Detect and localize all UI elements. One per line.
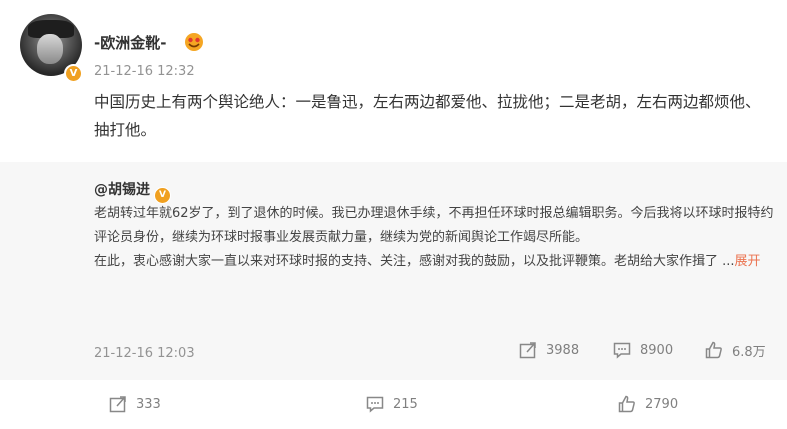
repost-button[interactable]: 333 bbox=[108, 394, 161, 414]
repost-author-name[interactable]: @胡锡进 bbox=[94, 182, 150, 198]
verified-badge-icon: V bbox=[64, 64, 83, 83]
repost-paragraph: 在此，衷心感谢大家一直以来对环球时报的支持、关注，感谢对我的鼓励，以及批评鞭策。… bbox=[94, 250, 774, 274]
repost-icon bbox=[109, 396, 126, 413]
repost-paragraph-text: 在此，衷心感谢大家一直以来对环球时报的支持、关注，感谢对我的鼓励，以及批评鞭策。… bbox=[94, 254, 735, 269]
post-username[interactable]: -欧洲金靴- bbox=[94, 32, 166, 53]
repost-icon bbox=[519, 342, 536, 359]
repost-card[interactable]: @胡锡进 V 老胡转过年就62岁了，到了退休的时候。我已办理退休手续，不再担任环球… bbox=[0, 162, 787, 380]
repost-repost-button[interactable]: 3988 bbox=[518, 340, 579, 360]
repost-count: 3988 bbox=[546, 342, 580, 358]
like-count: 6.8万 bbox=[732, 344, 766, 360]
comment-icon bbox=[366, 396, 384, 413]
post-action-bar: 333 215 2790 bbox=[0, 392, 787, 420]
avatar-face-shape bbox=[37, 34, 63, 64]
repost-like-button[interactable]: 6.8万 bbox=[704, 340, 766, 360]
like-count: 2790 bbox=[645, 396, 679, 412]
repost-comment-button[interactable]: 8900 bbox=[612, 340, 673, 360]
like-button[interactable]: 2790 bbox=[617, 394, 678, 414]
comment-count: 8900 bbox=[640, 342, 674, 358]
post-timestamp[interactable]: 21-12-16 12:32 bbox=[94, 64, 195, 79]
repost-paragraph: 老胡转过年就62岁了，到了退休的时候。我已办理退休手续，不再担任环球时报总编辑职… bbox=[94, 206, 774, 245]
comment-icon bbox=[613, 342, 631, 359]
post-text: 中国历史上有两个舆论绝人：一是鲁迅，左右两边都爱他、拉拢他；二是老胡，左右两边都… bbox=[94, 93, 761, 139]
repost-count: 333 bbox=[136, 396, 161, 412]
comment-count: 215 bbox=[393, 396, 418, 412]
repost-action-bar: 3988 8900 6.8万 bbox=[0, 340, 787, 364]
expand-link[interactable]: 展开 bbox=[735, 254, 761, 269]
thumbs-up-icon bbox=[705, 341, 722, 359]
thumbs-up-icon bbox=[618, 395, 635, 413]
repost-text: 老胡转过年就62岁了，到了退休的时候。我已办理退休手续，不再担任环球时报总编辑职… bbox=[94, 202, 774, 274]
emoji-tag-icon bbox=[185, 33, 203, 51]
comment-button[interactable]: 215 bbox=[365, 394, 418, 414]
repost-author[interactable]: @胡锡进 V bbox=[94, 179, 171, 204]
